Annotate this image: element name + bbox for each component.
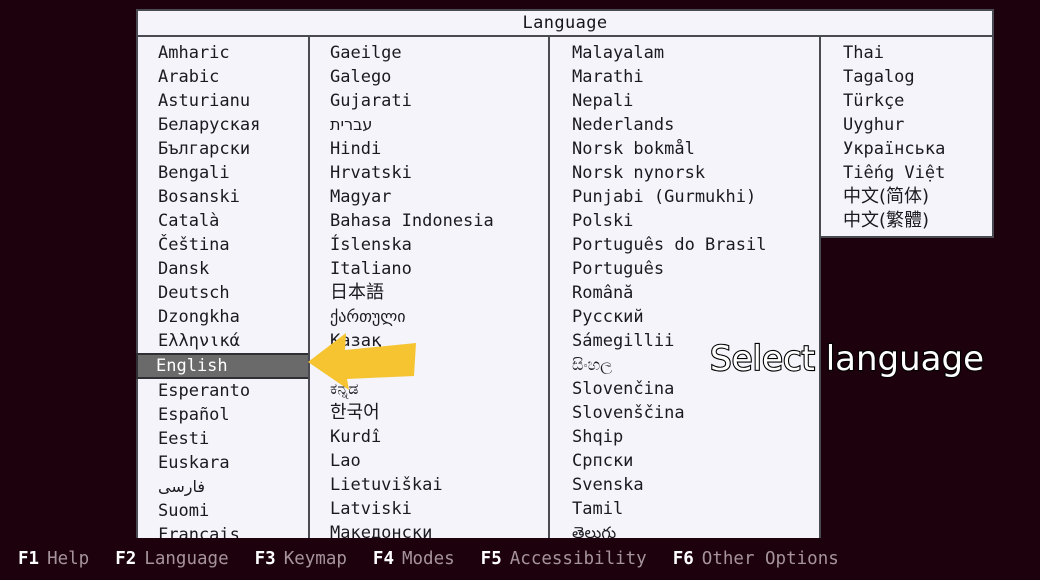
language-item[interactable]: Bahasa Indonesia — [310, 209, 548, 233]
function-key-label: F2 — [115, 549, 137, 569]
language-column-1: Amharic Arabic Asturianu Беларуская Българск… — [136, 35, 310, 547]
language-item[interactable]: Latviski — [310, 497, 548, 521]
language-item[interactable]: Nepali — [550, 89, 819, 113]
language-item[interactable]: Magyar — [310, 185, 548, 209]
language-item[interactable]: Română — [550, 281, 819, 305]
language-item[interactable]: Norsk nynorsk — [550, 161, 819, 185]
language-item[interactable]: Bengali — [138, 161, 308, 185]
language-item[interactable]: 中文(繁體) — [821, 209, 992, 233]
function-key-f2[interactable]: F2 Language — [115, 549, 228, 569]
language-item[interactable]: Slovenčina — [550, 377, 819, 401]
language-item[interactable]: Tamil — [550, 497, 819, 521]
language-item[interactable]: Thai — [821, 41, 992, 65]
language-item[interactable]: Norsk bokmål — [550, 137, 819, 161]
language-item[interactable]: Lao — [310, 449, 548, 473]
function-key-f1[interactable]: F1 Help — [18, 549, 89, 569]
language-item[interactable]: Malayalam — [550, 41, 819, 65]
language-item[interactable]: 한국어 — [310, 401, 548, 425]
language-dialog: Language Amharic Arabic Asturianu Беларуска… — [136, 9, 994, 547]
language-item[interactable]: 中文(简体) — [821, 185, 992, 209]
language-item[interactable]: Türkçe — [821, 89, 992, 113]
function-key-label: F6 — [672, 549, 694, 569]
function-key-f5[interactable]: F5 Accessibility — [481, 549, 647, 569]
pointer-arrow-icon — [308, 333, 416, 390]
function-key-bar: F1 Help F2 Language F3 Keymap F4 Modes F5 Accessi… — [0, 538, 1040, 580]
language-item[interactable]: Tagalog — [821, 65, 992, 89]
function-key-description: Help — [47, 549, 90, 569]
function-key-f6[interactable]: F6 Other Options — [673, 549, 839, 569]
function-key-label: F1 — [18, 549, 40, 569]
language-item[interactable]: Tiếng Việt — [821, 161, 992, 185]
language-item[interactable]: Nederlands — [550, 113, 819, 137]
language-item[interactable]: Беларуская — [138, 113, 308, 137]
language-item[interactable]: Svenska — [550, 473, 819, 497]
language-item[interactable]: Ελληνικά — [138, 329, 308, 353]
language-item[interactable]: Deutsch — [138, 281, 308, 305]
language-item[interactable]: Gujarati — [310, 89, 548, 113]
function-key-description: Other Options — [701, 549, 839, 569]
function-key-f3[interactable]: F3 Keymap — [255, 549, 347, 569]
language-item[interactable]: Punjabi (Gurmukhi) — [550, 185, 819, 209]
function-key-description: Language — [144, 549, 229, 569]
language-item[interactable]: Català — [138, 209, 308, 233]
language-item-selected[interactable]: English — [136, 353, 310, 379]
function-key-label: F4 — [372, 549, 394, 569]
language-item[interactable]: Русский — [550, 305, 819, 329]
language-item[interactable]: Português — [550, 257, 819, 281]
language-item[interactable]: Marathi — [550, 65, 819, 89]
language-column-4: Thai Tagalog Türkçe Uyghur Українська Tiếng V… — [819, 35, 994, 238]
language-item[interactable]: עברית — [310, 113, 548, 137]
language-item[interactable]: Čeština — [138, 233, 308, 257]
function-key-f4[interactable]: F4 Modes — [373, 549, 455, 569]
installer-screen: Language Amharic Arabic Asturianu Беларуска… — [0, 0, 1040, 580]
select-language-annotation: Select language — [709, 338, 985, 380]
language-item[interactable]: Polski — [550, 209, 819, 233]
function-key-description: Accessibility — [509, 549, 647, 569]
language-item[interactable]: Српски — [550, 449, 819, 473]
language-item[interactable]: Български — [138, 137, 308, 161]
language-item[interactable]: Amharic — [138, 41, 308, 65]
language-columns: Amharic Arabic Asturianu Беларуская Българск… — [136, 35, 994, 547]
language-item[interactable]: Suomi — [138, 499, 308, 523]
language-item[interactable]: فارسی — [138, 475, 308, 499]
language-item[interactable]: Eesti — [138, 427, 308, 451]
language-item[interactable]: Shqip — [550, 425, 819, 449]
language-item[interactable]: Українська — [821, 137, 992, 161]
language-column-3: Malayalam Marathi Nepali Nederlands Norsk bo… — [548, 35, 821, 547]
function-key-description: Modes — [401, 549, 455, 569]
language-item[interactable]: Español — [138, 403, 308, 427]
language-item[interactable]: Galego — [310, 65, 548, 89]
language-item[interactable]: Gaeilge — [310, 41, 548, 65]
language-item[interactable]: Íslenska — [310, 233, 548, 257]
language-item[interactable]: Asturianu — [138, 89, 308, 113]
language-item[interactable]: Euskara — [138, 451, 308, 475]
language-item[interactable]: Português do Brasil — [550, 233, 819, 257]
language-item[interactable]: Esperanto — [138, 379, 308, 403]
language-item[interactable]: Kurdî — [310, 425, 548, 449]
language-item[interactable]: Dzongkha — [138, 305, 308, 329]
dialog-titlebar: Language — [136, 9, 994, 37]
language-item[interactable]: 日本語 — [310, 281, 548, 305]
language-item[interactable]: Slovenščina — [550, 401, 819, 425]
function-key-label: F5 — [480, 549, 502, 569]
language-item[interactable]: ქართული — [310, 305, 548, 329]
language-item[interactable]: Arabic — [138, 65, 308, 89]
language-item[interactable]: Italiano — [310, 257, 548, 281]
language-item[interactable]: Uyghur — [821, 113, 992, 137]
function-key-description: Keymap — [283, 549, 347, 569]
language-item[interactable]: Hindi — [310, 137, 548, 161]
page-title: Language — [522, 13, 608, 33]
language-item[interactable]: Lietuviškai — [310, 473, 548, 497]
language-item[interactable]: Bosanski — [138, 185, 308, 209]
function-key-label: F3 — [254, 549, 276, 569]
language-item[interactable]: Dansk — [138, 257, 308, 281]
language-column-2: Gaeilge Galego Gujarati עברית Hindi Hrvatski M… — [308, 35, 550, 547]
language-item[interactable]: Hrvatski — [310, 161, 548, 185]
